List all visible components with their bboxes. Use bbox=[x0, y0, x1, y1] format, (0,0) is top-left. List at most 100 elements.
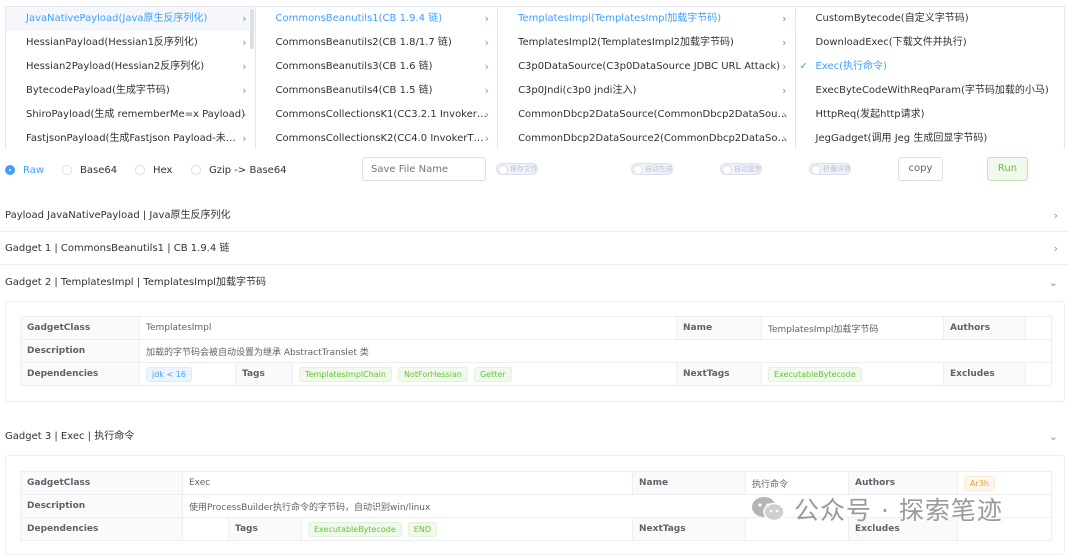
cascader-item[interactable]: CustomBytecode(自定义字节码) bbox=[796, 7, 1064, 31]
item-label: CommonsCollectionsK2(CC4.0 InvokerT… bbox=[275, 133, 484, 144]
label-authors: Authors bbox=[943, 316, 1027, 340]
item-label: FastjsonPayload(生成Fastjson Payload-未… bbox=[26, 133, 236, 144]
item-label: TemplatesImpl(TemplatesImpl加载字节码) bbox=[518, 13, 722, 24]
auto-generate-switch[interactable]: 自动生成 bbox=[631, 163, 673, 175]
item-label: C3p0Jndi(c3p0 jndi注入) bbox=[518, 85, 637, 96]
section-title: Gadget 3 | Exec | 执行命令 bbox=[5, 431, 135, 442]
cascader-menu-bytecode: CustomBytecode(自定义字节码) DownloadExec(下载文件… bbox=[796, 7, 1064, 149]
save-file-name-input[interactable] bbox=[362, 157, 486, 181]
chevron-right-icon: › bbox=[242, 132, 247, 145]
radio-label: Raw bbox=[23, 164, 45, 176]
check-icon: ✓ bbox=[799, 61, 808, 72]
cascader-item[interactable]: CommonsCollectionsK1(CC3.2.1 Invoker… › bbox=[256, 103, 498, 127]
wechat-icon bbox=[752, 497, 785, 522]
cascader-item[interactable]: CommonsBeanutils4(CB 1.5 链) › bbox=[256, 79, 498, 103]
cascader-item[interactable]: ShiroPayload(生成 rememberMe=x Payload) › bbox=[6, 103, 255, 127]
cascader-item[interactable]: TemplatesImpl2(TemplatesImpl2加载字节码) › bbox=[498, 31, 794, 55]
label-description: Description bbox=[20, 494, 183, 518]
chevron-right-icon: › bbox=[782, 108, 787, 121]
chevron-right-icon: › bbox=[242, 60, 247, 73]
radio-gzip-base64[interactable]: Gzip -> Base64 bbox=[191, 163, 287, 177]
cascader-item[interactable]: C3p0Jndi(c3p0 jndi注入) › bbox=[498, 79, 794, 103]
chevron-right-icon: › bbox=[484, 108, 490, 121]
radio-dot bbox=[191, 165, 201, 175]
scrollbar[interactable] bbox=[249, 9, 254, 49]
collapse-details-switch[interactable]: 折叠详情 bbox=[809, 163, 851, 175]
item-label: HessianPayload(Hessian1反序列化) bbox=[26, 37, 198, 48]
collapse-header-payload[interactable]: Payload JavaNativePayload | Java原生反序列化 › bbox=[0, 200, 1068, 232]
cascader-menu-gadget: TemplatesImpl(TemplatesImpl加载字节码) › Templ… bbox=[498, 7, 796, 149]
label-next-tags: NextTags bbox=[676, 362, 763, 386]
tag: ExecutableBytecode bbox=[308, 521, 402, 537]
tag: Getter bbox=[473, 366, 512, 382]
chevron-right-icon: › bbox=[782, 12, 787, 25]
gadget3-class: Exec bbox=[181, 471, 634, 495]
collapse-header-gadget3[interactable]: Gadget 3 | Exec | 执行命令 ⌄ bbox=[0, 421, 1068, 453]
run-button[interactable]: Run bbox=[987, 157, 1028, 181]
item-label: BytecodePayload(生成字节码) bbox=[26, 85, 170, 96]
cascader-item[interactable]: HessianPayload(Hessian1反序列化) › bbox=[6, 31, 255, 55]
cascader-menu-payload: JavaNativePayload(Java原生反序列化) › HessianPa… bbox=[6, 7, 256, 149]
cascader-item[interactable]: Hessian2Payload(Hessian2反序列化) › bbox=[6, 55, 255, 79]
radio-dot bbox=[135, 165, 145, 175]
cascader-item[interactable]: JavaNativePayload(Java原生反序列化) › bbox=[6, 7, 255, 31]
chevron-down-icon: ⌄ bbox=[1048, 276, 1058, 289]
item-label: CommonsBeanutils1(CB 1.9.4 链) bbox=[275, 13, 443, 24]
cascader-item[interactable]: CommonDbcp2DataSource2(CommonDbcp2DataSo… bbox=[498, 127, 794, 149]
cascader-item[interactable]: CommonsBeanutils3(CB 1.6 链) › bbox=[256, 55, 498, 79]
item-label: ShiroPayload(生成 rememberMe=x Payload) bbox=[26, 109, 245, 120]
auto-copy-switch[interactable]: 自动复制 bbox=[720, 163, 762, 175]
radio-raw[interactable]: Raw bbox=[5, 163, 44, 177]
item-label: ExecByteCodeWithReqParam(字节码加载的小马) bbox=[815, 85, 1049, 96]
cascader-item[interactable]: C3p0DataSource(C3p0DataSource JDBC URL A… bbox=[498, 55, 794, 79]
label-dependencies: Dependencies bbox=[20, 517, 183, 541]
cascader-item[interactable]: HttpReq(发起http请求) bbox=[796, 103, 1064, 127]
item-label: CommonsBeanutils2(CB 1.8/1.7 链) bbox=[275, 37, 452, 48]
cascader-item[interactable]: ✓ Exec(执行命令) bbox=[796, 55, 1064, 79]
item-label: CommonsCollectionsK1(CC3.2.1 Invoker… bbox=[275, 109, 487, 120]
gadget2-excludes bbox=[1025, 362, 1053, 386]
gadget3-dependencies bbox=[182, 517, 229, 541]
radio-hex[interactable]: Hex bbox=[135, 163, 172, 177]
item-label: DownloadExec(下载文件并执行) bbox=[815, 37, 967, 48]
chevron-right-icon: › bbox=[782, 84, 787, 97]
tag: TemplatesImplChain bbox=[299, 366, 392, 382]
section-title: Gadget 1 | CommonsBeanutils1 | CB 1.9.4 … bbox=[5, 243, 230, 254]
collapse-header-gadget2[interactable]: Gadget 2 | TemplatesImpl | TemplatesImpl… bbox=[0, 267, 1068, 299]
tag: END bbox=[407, 521, 437, 537]
cascader-item[interactable]: JegGadget(调用 Jeg 生成回显字节码) bbox=[796, 127, 1064, 149]
label-gadget-class: GadgetClass bbox=[20, 471, 183, 495]
section-title: Payload JavaNativePayload | Java原生反序列化 bbox=[5, 210, 231, 221]
cascader-item[interactable]: TemplatesImpl(TemplatesImpl加载字节码) › bbox=[498, 7, 794, 31]
cascader-item[interactable]: DownloadExec(下载文件并执行) bbox=[796, 31, 1064, 55]
item-label: CommonDbcp2DataSource2(CommonDbcp2DataSo… bbox=[518, 133, 788, 144]
radio-base64[interactable]: Base64 bbox=[62, 163, 117, 177]
author-tag: Ar3h bbox=[964, 475, 995, 491]
label-name: Name bbox=[632, 471, 747, 495]
save-file-switch[interactable]: 保存文件 bbox=[496, 163, 538, 175]
cascader-item[interactable]: BytecodePayload(生成字节码) › bbox=[6, 79, 255, 103]
cascader-item[interactable]: CommonsBeanutils1(CB 1.9.4 链) › bbox=[256, 7, 498, 31]
item-label: HttpReq(发起http请求) bbox=[815, 109, 925, 120]
label-gadget-class: GadgetClass bbox=[20, 316, 140, 340]
item-label: JegGadget(调用 Jeg 生成回显字节码) bbox=[815, 133, 988, 144]
item-label: Exec(执行命令) bbox=[815, 61, 887, 72]
copy-button[interactable]: copy bbox=[898, 157, 943, 181]
gadget2-tags: TemplatesImplChain NotForHessian Getter bbox=[291, 362, 678, 386]
collapse-header-gadget1[interactable]: Gadget 1 | CommonsBeanutils1 | CB 1.9.4 … bbox=[0, 233, 1068, 265]
cascader-item[interactable]: CommonsBeanutils2(CB 1.8/1.7 链) › bbox=[256, 31, 498, 55]
cascader-item[interactable]: ExecByteCodeWithReqParam(字节码加载的小马) bbox=[796, 79, 1064, 103]
cascader-item[interactable]: FastjsonPayload(生成Fastjson Payload-未… › bbox=[6, 127, 255, 149]
cascader-menu-chain: CommonsBeanutils1(CB 1.9.4 链) › CommonsBe… bbox=[256, 7, 499, 149]
chevron-right-icon: › bbox=[1053, 242, 1058, 255]
chevron-right-icon: › bbox=[1053, 209, 1058, 222]
radio-dot bbox=[62, 165, 72, 175]
cascader-item[interactable]: CommonDbcp2DataSource(CommonDbcp2DataSou… bbox=[498, 103, 794, 127]
radio-label: Base64 bbox=[80, 164, 118, 176]
radio-dot bbox=[5, 165, 15, 175]
cascader-item[interactable]: CommonsCollectionsK2(CC4.0 InvokerT… › bbox=[256, 127, 498, 149]
item-label: Hessian2Payload(Hessian2反序列化) bbox=[26, 61, 205, 72]
gadget2-class: TemplatesImpl bbox=[138, 316, 678, 340]
gadget2-table: GadgetClass TemplatesImpl Name Templates… bbox=[20, 316, 1053, 386]
chevron-down-icon: ⌄ bbox=[1048, 430, 1058, 443]
